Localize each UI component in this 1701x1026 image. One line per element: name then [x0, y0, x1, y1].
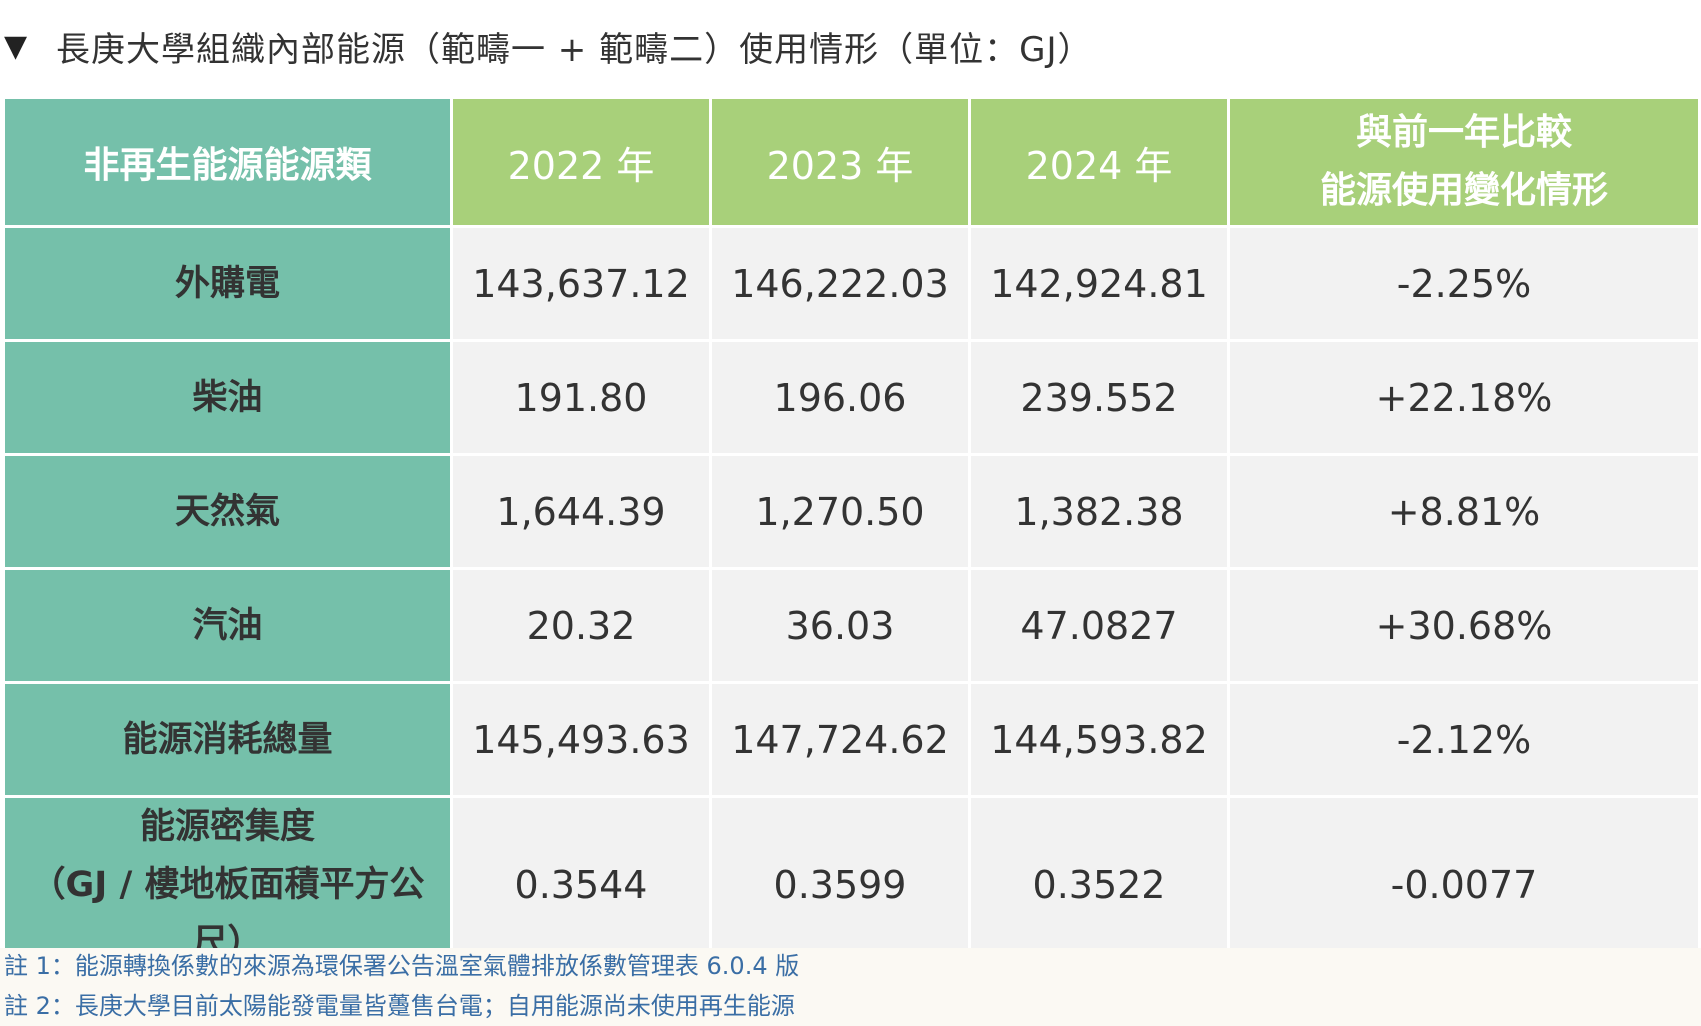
page-title: ▼ 長庚大學組織內部能源（範疇一 + 範疇二）使用情形（單位：GJ） — [0, 18, 1092, 74]
table-row: 外購電 143,637.12 146,222.03 142,924.81 -2.… — [2, 225, 1701, 342]
value-2024: 144,593.82 — [968, 681, 1230, 798]
table-row: 汽油 20.32 36.03 47.0827 +30.68% — [2, 567, 1701, 684]
triangle-down-icon: ▼ — [4, 28, 28, 64]
value-2023: 1,270.50 — [709, 453, 971, 570]
table-row: 能源消耗總量 145,493.63 147,724.62 144,593.82 … — [2, 681, 1701, 798]
footnote-2: 註 2：長庚大學目前太陽能發電量皆躉售台電；自用能源尚未使用再生能源 — [4, 992, 795, 1020]
header-category: 非再生能源能源類 — [2, 96, 453, 228]
value-2024: 142,924.81 — [968, 225, 1230, 342]
footnote-1: 註 1：能源轉換係數的來源為環保署公告溫室氣體排放係數管理表 6.0.4 版 — [4, 952, 800, 980]
row-label: 汽油 — [2, 567, 453, 684]
value-2022: 145,493.63 — [450, 681, 712, 798]
row-label: 能源消耗總量 — [2, 681, 453, 798]
value-2023: 0.3599 — [709, 795, 971, 975]
value-change: -2.12% — [1227, 681, 1701, 798]
value-2023: 36.03 — [709, 567, 971, 684]
value-2024: 0.3522 — [968, 795, 1230, 975]
header-comparison: 與前一年比較 能源使用變化情形 — [1227, 96, 1701, 228]
row-label: 柴油 — [2, 339, 453, 456]
header-comparison-line1: 與前一年比較 — [1355, 112, 1572, 153]
value-2024: 47.0827 — [968, 567, 1230, 684]
value-2022: 143,637.12 — [450, 225, 712, 342]
value-2022: 20.32 — [450, 567, 712, 684]
table-row: 天然氣 1,644.39 1,270.50 1,382.38 +8.81% — [2, 453, 1701, 570]
value-2022: 0.3544 — [450, 795, 712, 975]
row-label: 能源密集度 （GJ / 樓地板面積平方公尺） — [2, 795, 453, 975]
value-2023: 147,724.62 — [709, 681, 971, 798]
row-label: 外購電 — [2, 225, 453, 342]
value-2022: 191.80 — [450, 339, 712, 456]
value-change: -2.25% — [1227, 225, 1701, 342]
value-change: +30.68% — [1227, 567, 1701, 684]
row-label-line1: 能源密集度 — [139, 807, 315, 847]
title-text: 長庚大學組織內部能源（範疇一 + 範疇二）使用情形（單位：GJ） — [56, 29, 1093, 70]
table-row: 能源密集度 （GJ / 樓地板面積平方公尺） 0.3544 0.3599 0.3… — [2, 795, 1701, 975]
header-comparison-line2: 能源使用變化情形 — [1319, 170, 1608, 211]
value-2023: 196.06 — [709, 339, 971, 456]
header-year-2023: 2023 年 — [709, 96, 971, 228]
table-header-row: 非再生能源能源類 2022 年 2023 年 2024 年 與前一年比較 能源使… — [2, 96, 1701, 228]
value-2022: 1,644.39 — [450, 453, 712, 570]
energy-usage-table: 非再生能源能源類 2022 年 2023 年 2024 年 與前一年比較 能源使… — [2, 96, 1701, 975]
value-change: +22.18% — [1227, 339, 1701, 456]
value-2024: 1,382.38 — [968, 453, 1230, 570]
header-year-2022: 2022 年 — [450, 96, 712, 228]
value-2024: 239.552 — [968, 339, 1230, 456]
value-2023: 146,222.03 — [709, 225, 971, 342]
table-row: 柴油 191.80 196.06 239.552 +22.18% — [2, 339, 1701, 456]
footnotes: 註 1：能源轉換係數的來源為環保署公告溫室氣體排放係數管理表 6.0.4 版 註… — [0, 948, 1701, 1026]
header-year-2024: 2024 年 — [968, 96, 1230, 228]
value-change: -0.0077 — [1227, 795, 1701, 975]
value-change: +8.81% — [1227, 453, 1701, 570]
row-label: 天然氣 — [2, 453, 453, 570]
